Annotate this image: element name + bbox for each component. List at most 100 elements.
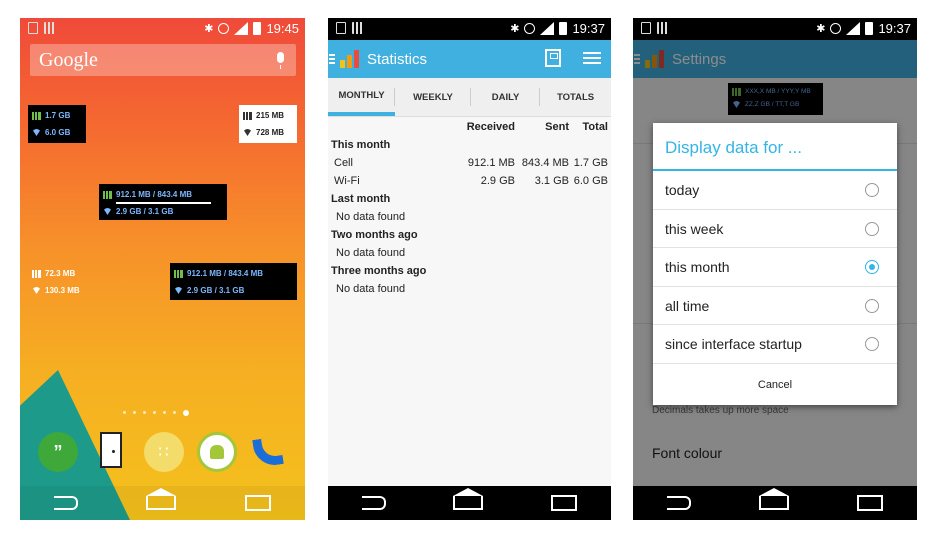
wifi-icon bbox=[243, 129, 252, 136]
page-dot bbox=[143, 411, 146, 414]
drawer-icon[interactable] bbox=[329, 54, 335, 64]
option-all-time[interactable]: all time bbox=[653, 287, 897, 325]
widget-cell-value: 1.7 GB bbox=[45, 111, 71, 120]
launcher-screen: ✱ 19:45 Google 1.7 GB 6.0 GB 215 MB 728 … bbox=[20, 18, 305, 520]
data-widget[interactable]: 1.7 GB 6.0 GB bbox=[28, 105, 86, 143]
statistics-screen: ✱ 19:37 Statistics MONTHLY WEEKLY DAILY … bbox=[328, 18, 611, 520]
column-header: Total bbox=[582, 121, 608, 133]
tab-totals[interactable]: TOTALS bbox=[540, 78, 611, 116]
home-icon[interactable] bbox=[146, 488, 177, 510]
radio-button-selected[interactable] bbox=[865, 260, 879, 274]
page-indicator bbox=[123, 410, 189, 416]
recents-icon[interactable] bbox=[857, 495, 883, 511]
alarm-icon bbox=[830, 23, 842, 34]
option-since-interface-startup[interactable]: since interface startup bbox=[653, 325, 897, 364]
data-widget[interactable]: 72.3 MB 130.3 MB bbox=[28, 263, 98, 301]
data-widget[interactable]: 912.1 MB / 843.4 MB 2.9 GB / 3.1 GB bbox=[99, 184, 227, 220]
signal-icon bbox=[846, 22, 861, 35]
recents-icon[interactable] bbox=[551, 495, 578, 511]
battery-icon bbox=[865, 22, 874, 35]
radio-button[interactable] bbox=[865, 183, 879, 197]
tab-monthly[interactable]: MONTHLY bbox=[328, 78, 395, 116]
mic-icon[interactable] bbox=[277, 52, 284, 69]
google-search-bar[interactable]: Google bbox=[30, 44, 296, 76]
recents-icon[interactable] bbox=[244, 495, 271, 511]
settings-sliders-icon[interactable] bbox=[583, 49, 601, 67]
notification-icon bbox=[44, 22, 56, 34]
column-header: Sent bbox=[545, 121, 569, 133]
widget-wifi-value: 6.0 GB bbox=[45, 128, 71, 137]
empty-row: No data found bbox=[328, 280, 611, 298]
nav-bar bbox=[328, 486, 611, 520]
total-value: 6.0 GB bbox=[573, 175, 608, 187]
alarm-icon bbox=[524, 23, 536, 34]
status-time: 19:45 bbox=[266, 21, 299, 36]
option-this-month[interactable]: this month bbox=[653, 248, 897, 287]
total-value: 1.7 GB bbox=[573, 157, 608, 169]
page-dot bbox=[163, 411, 166, 414]
alarm-icon bbox=[218, 23, 230, 34]
notification-icon bbox=[657, 22, 669, 34]
settings-screen: Settings XXX,X MB / YYY,Y MB ZZ,Z GB / T… bbox=[633, 18, 917, 520]
section-label: Two months ago bbox=[331, 229, 418, 241]
widget-cell-value: 912.1 MB / 843.4 MB bbox=[187, 269, 264, 278]
action-bar: Statistics bbox=[328, 40, 611, 78]
battery-icon bbox=[559, 22, 568, 35]
wifi-icon bbox=[32, 129, 41, 136]
status-time: 19:37 bbox=[878, 21, 911, 36]
received-value: 912.1 MB bbox=[467, 157, 515, 169]
widget-cell-value: 72.3 MB bbox=[45, 269, 76, 278]
received-value: 2.9 GB bbox=[480, 175, 515, 187]
sent-value: 3.1 GB bbox=[534, 175, 569, 187]
cell-signal-icon bbox=[32, 269, 41, 278]
page-title: Statistics bbox=[367, 50, 428, 68]
section-title: Two months ago bbox=[328, 226, 611, 244]
wifi-icon bbox=[174, 287, 183, 294]
wifi-icon bbox=[103, 208, 112, 215]
radio-button[interactable] bbox=[865, 337, 879, 351]
page-dot bbox=[133, 411, 136, 414]
section-title: Last month bbox=[328, 190, 611, 208]
table-row: Cell 912.1 MB 843.4 MB 1.7 GB bbox=[328, 154, 611, 172]
android-icon[interactable] bbox=[197, 432, 237, 472]
option-this-week[interactable]: this week bbox=[653, 210, 897, 248]
notification-icon bbox=[336, 22, 346, 34]
widget-wifi-value: 728 MB bbox=[256, 128, 285, 137]
phone-icon[interactable] bbox=[250, 432, 290, 472]
tab-weekly[interactable]: WEEKLY bbox=[395, 78, 471, 116]
widget-usage-bar bbox=[116, 202, 211, 204]
bluetooth-icon: ✱ bbox=[510, 23, 520, 35]
page-dot bbox=[153, 411, 156, 414]
status-time: 19:37 bbox=[572, 21, 605, 36]
apps-drawer-icon[interactable]: ∷ bbox=[144, 432, 184, 472]
empty-message: No data found bbox=[336, 211, 406, 223]
data-widget[interactable]: 912.1 MB / 843.4 MB 2.9 GB / 3.1 GB bbox=[170, 263, 297, 300]
save-icon[interactable] bbox=[545, 49, 561, 67]
empty-message: No data found bbox=[336, 247, 406, 259]
home-icon[interactable] bbox=[453, 488, 484, 510]
option-today[interactable]: today bbox=[653, 171, 897, 210]
page-dot bbox=[173, 411, 176, 414]
back-icon[interactable] bbox=[54, 496, 79, 510]
door-icon[interactable] bbox=[100, 432, 122, 468]
tab-bar: MONTHLY WEEKLY DAILY TOTALS bbox=[328, 78, 611, 117]
nav-bar bbox=[633, 486, 917, 520]
sent-value: 843.4 MB bbox=[521, 157, 569, 169]
dock: ” ∷ bbox=[36, 432, 296, 474]
hangouts-icon[interactable]: ” bbox=[38, 432, 78, 472]
section-label: Three months ago bbox=[331, 265, 427, 277]
app-logo-icon[interactable] bbox=[340, 50, 359, 68]
tab-daily[interactable]: DAILY bbox=[471, 78, 541, 116]
row-label: Wi-Fi bbox=[334, 175, 360, 187]
data-widget[interactable]: 215 MB 728 MB bbox=[239, 105, 297, 143]
signal-icon bbox=[234, 22, 249, 35]
radio-button[interactable] bbox=[865, 298, 879, 313]
radio-button[interactable] bbox=[865, 221, 879, 236]
home-icon[interactable] bbox=[759, 488, 789, 510]
back-icon[interactable] bbox=[361, 496, 386, 510]
back-icon[interactable] bbox=[667, 496, 691, 510]
cancel-button[interactable]: Cancel bbox=[653, 365, 897, 405]
widget-wifi-value: 130.3 MB bbox=[45, 286, 80, 295]
notification-icon bbox=[28, 22, 38, 34]
row-label: Cell bbox=[334, 157, 353, 169]
